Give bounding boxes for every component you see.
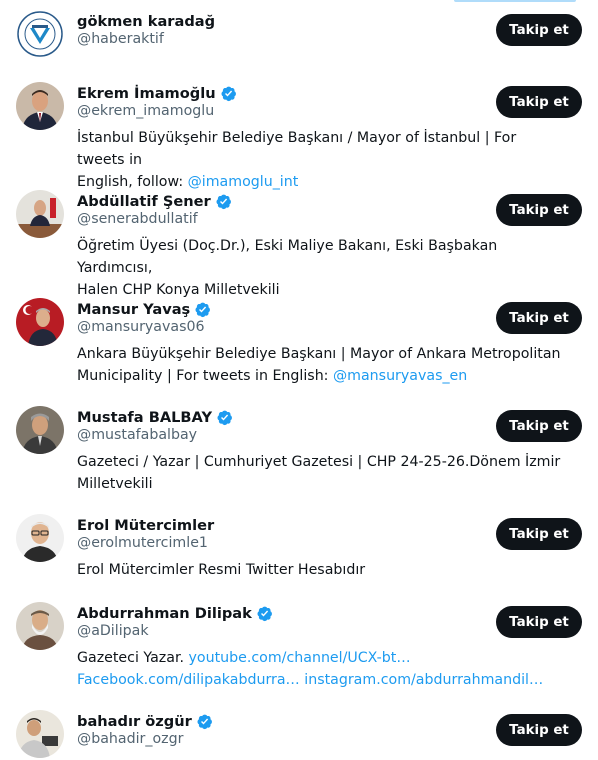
- verified-badge-icon: [194, 301, 211, 318]
- bio-text: İstanbul Büyükşehir Belediye Başkanı / M…: [77, 130, 517, 168]
- bio-line: Erol Mütercimler Resmi Twitter Hesabıdır: [77, 559, 567, 581]
- bio-text: Erol Mütercimler Resmi Twitter Hesabıdır: [77, 562, 366, 578]
- bio-link[interactable]: instagram.com/abdurrahmandil…: [304, 672, 543, 688]
- user-name[interactable]: gökmen karadağ: [77, 13, 215, 30]
- bio-line: Gazeteci / Yazar | Cumhuriyet Gazetesi |…: [77, 451, 567, 473]
- bio-line: Milletvekili: [77, 473, 567, 495]
- avatar[interactable]: [16, 406, 64, 454]
- bio-text: English, follow:: [77, 174, 188, 190]
- bio-line: İstanbul Büyükşehir Belediye Başkanı / M…: [77, 127, 567, 171]
- user-name[interactable]: Mansur Yavaş: [77, 301, 190, 318]
- follow-button[interactable]: Takip et: [496, 518, 582, 550]
- user-name[interactable]: Erol Mütercimler: [77, 517, 214, 534]
- avatar[interactable]: [16, 82, 64, 130]
- user-name[interactable]: Abdüllatif Şener: [77, 193, 211, 210]
- bio-link[interactable]: Facebook.com/dilipakabdurra…: [77, 672, 300, 688]
- user-bio: Öğretim Üyesi (Doç.Dr.), Eski Maliye Bak…: [77, 235, 567, 301]
- bio-link[interactable]: @mansuryavas_en: [333, 368, 467, 384]
- user-bio: İstanbul Büyükşehir Belediye Başkanı / M…: [77, 127, 567, 193]
- user-handle[interactable]: @erolmutercimle1: [77, 535, 208, 551]
- avatar[interactable]: [16, 514, 64, 562]
- bio-line: Gazeteci Yazar. youtube.com/channel/UCX-…: [77, 647, 567, 669]
- bio-text: Ankara Büyükşehir Belediye Başkanı | May…: [77, 346, 561, 362]
- name-line: bahadır özgür: [77, 710, 213, 732]
- bio-text: Gazeteci Yazar.: [77, 650, 189, 666]
- name-line: Mustafa BALBAY: [77, 406, 233, 428]
- user-bio: Gazeteci Yazar. youtube.com/channel/UCX-…: [77, 647, 567, 691]
- name-line: Abdüllatif Şener: [77, 190, 232, 212]
- name-line: gökmen karadağ: [77, 10, 215, 32]
- user-handle[interactable]: @bahadir_ozgr: [77, 731, 183, 747]
- user-bio: Gazeteci / Yazar | Cumhuriyet Gazetesi |…: [77, 451, 567, 495]
- follow-button[interactable]: Takip et: [496, 410, 582, 442]
- avatar[interactable]: [16, 10, 64, 58]
- user-name[interactable]: Ekrem İmamoğlu: [77, 85, 216, 102]
- bio-line: Ankara Büyükşehir Belediye Başkanı | May…: [77, 343, 567, 365]
- user-handle[interactable]: @mansuryavas06: [77, 319, 205, 335]
- bio-line: Municipality | For tweets in English: @m…: [77, 365, 567, 387]
- bio-text: Halen CHP Konya Milletvekili: [77, 282, 280, 298]
- name-line: Mansur Yavaş: [77, 298, 211, 320]
- bio-line: Facebook.com/dilipakabdurra… instagram.c…: [77, 669, 567, 691]
- verified-badge-icon: [220, 85, 237, 102]
- follow-button[interactable]: Takip et: [496, 194, 582, 226]
- bio-link[interactable]: youtube.com/channel/UCX-bt…: [189, 650, 411, 666]
- bio-text: Milletvekili: [77, 476, 153, 492]
- user-handle[interactable]: @haberaktif: [77, 31, 164, 47]
- user-handle[interactable]: @aDilipak: [77, 623, 149, 639]
- name-line: Ekrem İmamoğlu: [77, 82, 237, 104]
- verified-badge-icon: [215, 193, 232, 210]
- verified-badge-icon: [216, 409, 233, 426]
- avatar[interactable]: [16, 190, 64, 238]
- user-name[interactable]: bahadır özgür: [77, 713, 192, 730]
- user-name[interactable]: Mustafa BALBAY: [77, 409, 212, 426]
- follow-button[interactable]: Takip et: [496, 14, 582, 46]
- follow-button[interactable]: Takip et: [496, 86, 582, 118]
- bio-line: Öğretim Üyesi (Doç.Dr.), Eski Maliye Bak…: [77, 235, 567, 279]
- verified-badge-icon: [196, 713, 213, 730]
- user-bio: Ankara Büyükşehir Belediye Başkanı | May…: [77, 343, 567, 387]
- bio-text: Öğretim Üyesi (Doç.Dr.), Eski Maliye Bak…: [77, 238, 498, 276]
- user-handle[interactable]: @mustafabalbay: [77, 427, 197, 443]
- verified-badge-icon: [256, 605, 273, 622]
- follow-button[interactable]: Takip et: [496, 714, 582, 746]
- bio-text: Municipality | For tweets in English:: [77, 368, 333, 384]
- user-handle[interactable]: @senerabdullatif: [77, 211, 198, 227]
- avatar[interactable]: [16, 298, 64, 346]
- avatar[interactable]: [16, 602, 64, 650]
- follow-button[interactable]: Takip et: [496, 302, 582, 334]
- name-line: Abdurrahman Dilipak: [77, 602, 273, 624]
- name-line: Erol Mütercimler: [77, 514, 214, 536]
- avatar[interactable]: [16, 710, 64, 758]
- user-handle[interactable]: @ekrem_imamoglu: [77, 103, 214, 119]
- user-name[interactable]: Abdurrahman Dilipak: [77, 605, 252, 622]
- bio-text: Gazeteci / Yazar | Cumhuriyet Gazetesi |…: [77, 454, 561, 470]
- bio-link[interactable]: @imamoglu_int: [188, 174, 299, 190]
- top-accent-line: [454, 0, 576, 2]
- follow-button[interactable]: Takip et: [496, 606, 582, 638]
- user-bio: Erol Mütercimler Resmi Twitter Hesabıdır: [77, 559, 567, 581]
